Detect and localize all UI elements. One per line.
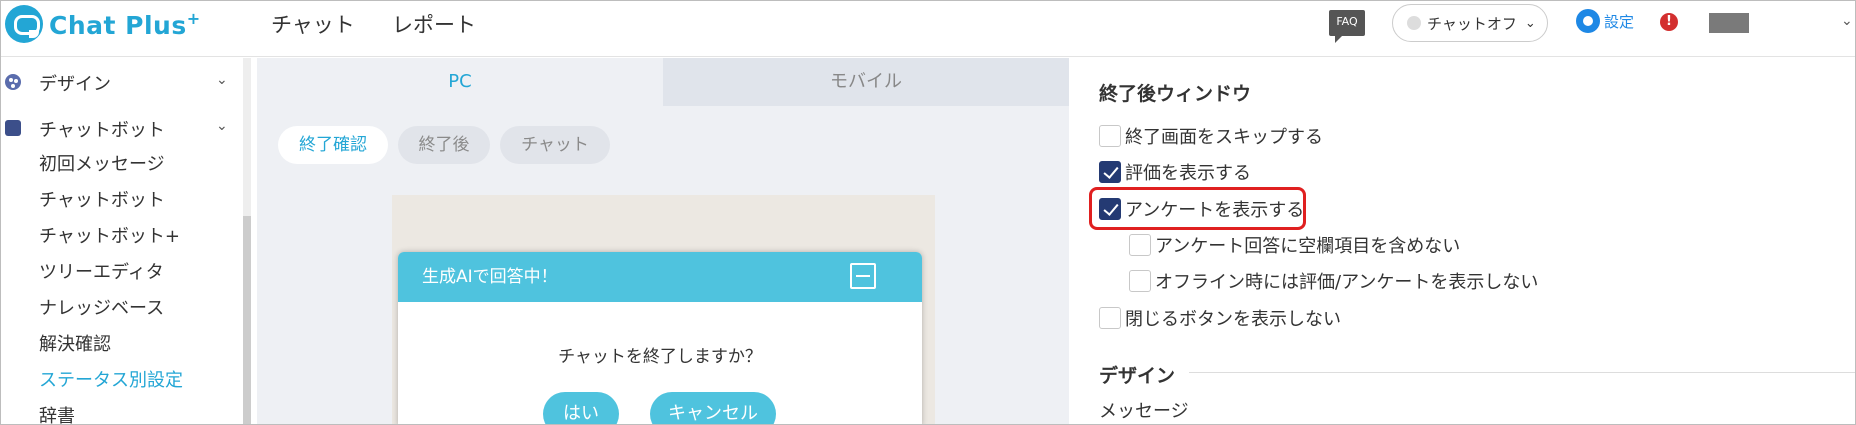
section-title-after-end-window: 終了後ウィンドウ	[1099, 83, 1252, 105]
chat-window-header: 生成AIで回答中！	[398, 252, 922, 302]
status-label: チャットオフ	[1427, 14, 1517, 33]
settings-button[interactable]: 設定	[1576, 9, 1634, 33]
sidebar-item-tree-editor[interactable]: ツリーエディタ	[39, 258, 164, 284]
subtab-end-confirm[interactable]: 終了確認	[278, 126, 388, 164]
chat-window-preview: 生成AIで回答中！ チャットを終了しますか？ はい キャンセル	[398, 252, 922, 424]
option-label: オフライン時には評価/アンケートを表示しない	[1155, 272, 1539, 293]
sidebar-item-chatbot-plus[interactable]: チャットボット+	[39, 222, 180, 248]
device-tabs: PC モバイル	[257, 58, 1069, 106]
tab-pc[interactable]: PC	[257, 58, 663, 106]
faq-icon[interactable]: FAQ	[1329, 10, 1365, 43]
option-show-rating[interactable]: 評価を表示する	[1099, 159, 1251, 185]
option-label: 閉じるボタンを表示しない	[1125, 309, 1341, 330]
option-exclude-blank-survey[interactable]: アンケート回答に空欄項目を含めない	[1129, 232, 1460, 258]
sidebar-section-label: デザイン	[39, 74, 111, 95]
sidebar-item-knowledge-base[interactable]: ナレッジベース	[39, 294, 164, 320]
sidebar: デザイン ⌄ チャットボット ⌄ 初回メッセージ チャットボット チャットボット…	[1, 58, 247, 424]
sidebar-item-chatbot[interactable]: チャットボット	[39, 186, 165, 212]
chevron-down-icon: ⌄	[216, 72, 228, 88]
chat-plus-logo-icon	[5, 5, 43, 43]
checkbox-show-rating[interactable]	[1099, 161, 1121, 183]
sidebar-item-resolution-check[interactable]: 解決確認	[39, 330, 111, 356]
section-title-design: デザイン	[1099, 365, 1176, 387]
sidebar-section-chatbot[interactable]: チャットボット ⌄	[1, 114, 239, 144]
sidebar-section-label: チャットボット	[39, 120, 165, 141]
sidebar-item-status-settings[interactable]: ステータス別設定	[39, 366, 183, 392]
user-avatar[interactable]	[1709, 13, 1749, 33]
palette-icon	[5, 74, 21, 90]
sidebar-section-design[interactable]: デザイン ⌄	[1, 68, 239, 98]
divider	[1189, 372, 1855, 373]
gear-icon	[1576, 9, 1600, 33]
checkbox-hide-when-offline[interactable]	[1129, 270, 1151, 292]
checkbox-skip-end-screen[interactable]	[1099, 125, 1121, 147]
minimize-icon[interactable]	[850, 263, 876, 289]
logo-text: Chat Plus+	[49, 8, 201, 40]
chevron-down-icon: ⌄	[216, 118, 228, 134]
chat-bubble-icon	[5, 120, 21, 136]
option-label: 評価を表示する	[1125, 163, 1251, 184]
chat-window-title: 生成AIで回答中！	[422, 267, 558, 287]
subtab-chat[interactable]: チャット	[500, 126, 610, 164]
option-hide-close-button[interactable]: 閉じるボタンを表示しない	[1099, 305, 1341, 331]
option-label: 終了画面をスキップする	[1125, 127, 1323, 148]
nav-report[interactable]: レポート	[392, 9, 476, 39]
chevron-down-icon: ⌄	[1524, 15, 1536, 31]
sidebar-item-first-message[interactable]: 初回メッセージ	[39, 150, 165, 176]
message-label: メッセージ	[1099, 401, 1189, 422]
option-skip-end-screen[interactable]: 終了画面をスキップする	[1099, 123, 1323, 149]
yes-button[interactable]: はい	[543, 392, 619, 424]
app-window: Chat Plus+ チャット レポート FAQ チャットオフ ⌄ 設定 ! ⌄…	[0, 0, 1856, 425]
checkbox-hide-close-button[interactable]	[1099, 307, 1121, 329]
subtab-after-end[interactable]: 終了後	[398, 126, 490, 164]
top-header: Chat Plus+ チャット レポート FAQ チャットオフ ⌄ 設定 ! ⌄	[1, 1, 1855, 57]
option-hide-when-offline[interactable]: オフライン時には評価/アンケートを表示しない	[1129, 268, 1538, 294]
settings-label: 設定	[1604, 12, 1635, 31]
alert-icon[interactable]: !	[1660, 13, 1678, 31]
checkbox-exclude-blank-survey[interactable]	[1129, 234, 1151, 256]
highlight-box	[1089, 187, 1306, 230]
end-chat-question: チャットを終了しますか？	[558, 347, 762, 367]
sidebar-item-dictionary[interactable]: 辞書	[39, 402, 75, 424]
chat-status-dropdown[interactable]: チャットオフ ⌄	[1392, 4, 1548, 42]
logo[interactable]: Chat Plus+	[5, 5, 201, 43]
cancel-button[interactable]: キャンセル	[650, 392, 776, 424]
sidebar-scrollbar-thumb[interactable]	[243, 216, 251, 424]
user-menu-chevron-icon[interactable]: ⌄	[1841, 13, 1853, 29]
option-label: アンケート回答に空欄項目を含めない	[1155, 236, 1461, 257]
nav-chat[interactable]: チャット	[271, 9, 355, 39]
tab-mobile[interactable]: モバイル	[663, 58, 1069, 106]
status-dot-icon	[1407, 16, 1421, 30]
